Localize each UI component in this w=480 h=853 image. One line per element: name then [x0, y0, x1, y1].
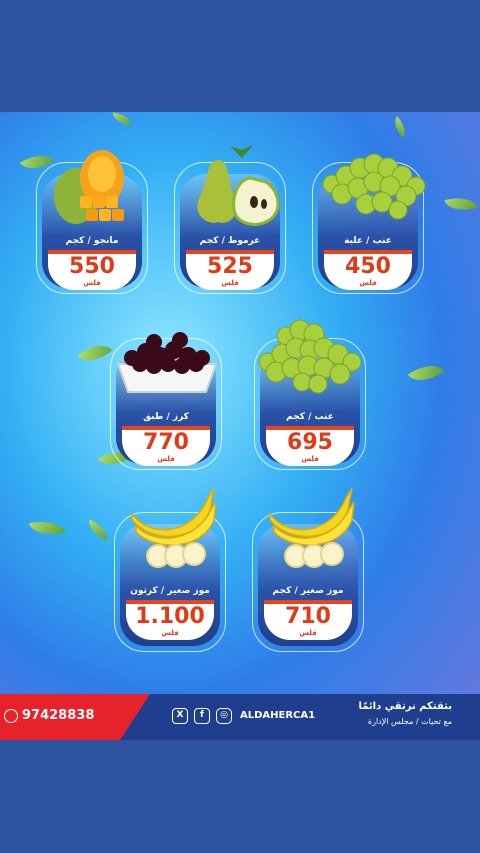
footer-bar: 97428838 X f ◎ ALDAHERCA1 بثقتكم نرتقي د… [0, 694, 480, 740]
product-label: كرز / طبق [143, 412, 189, 422]
footer-phone-section: 97428838 [0, 694, 150, 740]
price-value: 450 [345, 254, 391, 279]
grapes-icon [258, 319, 362, 394]
price-value: 525 [207, 254, 253, 279]
sub-slogan: مع تحيات / مجلس الإدارة [367, 717, 452, 726]
x-icon[interactable]: X [172, 708, 188, 724]
leaf-decoration [444, 192, 478, 216]
price-badge: 450 فلس [324, 250, 412, 290]
price-badge: 695 فلس [266, 426, 354, 466]
mango-icon [54, 150, 124, 224]
price-badge: 770 فلس [122, 426, 210, 466]
price-value: 1.100 [135, 604, 205, 629]
product-card-mango: مانجو / كجم 550 فلس [36, 144, 148, 296]
top-band [0, 0, 480, 112]
price-unit: فلس [299, 629, 317, 637]
price-badge: 1.100 فلس [126, 600, 214, 640]
instagram-icon[interactable]: ◎ [216, 708, 232, 724]
social-handle: ALDAHERCA1 [240, 710, 316, 721]
price-value: 770 [143, 430, 189, 455]
leaf-decoration [28, 517, 66, 539]
price-badge: 710 فلس [264, 600, 352, 640]
slogan: بثقتكم نرتقي دائمًا [358, 701, 452, 712]
pear-icon [197, 144, 280, 226]
product-label: عنب / كجم [286, 412, 334, 422]
price-unit: فلس [157, 455, 175, 463]
price-unit: فلس [161, 629, 179, 637]
bottom-band [0, 740, 480, 853]
leaf-decoration [84, 519, 112, 541]
product-label: عرموط / كجم [199, 236, 261, 246]
promo-poster: مانجو / كجم 550 فلس عرموط / كجم 525 فلس [0, 112, 480, 740]
product-card-pear: عرموط / كجم 525 فلس [174, 144, 286, 296]
product-card-grapes-kg: عنب / كجم 695 فلس [254, 319, 366, 472]
product-card-cherry: كرز / طبق 770 فلس [110, 320, 222, 472]
price-badge: 525 فلس [186, 250, 274, 290]
whatsapp-icon[interactable] [4, 709, 18, 723]
product-label: عنب / علبة [344, 236, 392, 246]
grapes-icon [322, 153, 426, 220]
price-value: 710 [285, 604, 331, 629]
leaf-decoration [111, 112, 133, 126]
price-unit: فلس [83, 279, 101, 287]
price-value: 695 [287, 430, 333, 455]
banana-icon [269, 487, 355, 568]
leaf-decoration [407, 356, 445, 390]
cherry-tray-icon [116, 332, 218, 393]
product-card-banana-kg: موز صغير / كجم 710 فلس [252, 487, 364, 654]
price-unit: فلس [221, 279, 239, 287]
product-label: موز صغير / كرتون [130, 586, 210, 596]
leaf-decoration [389, 116, 411, 138]
leaf-decoration [77, 336, 113, 370]
price-badge: 550 فلس [48, 250, 136, 290]
price-unit: فلس [359, 279, 377, 287]
product-card-grapes-box: عنب / علبة 450 فلس [312, 144, 426, 296]
facebook-icon[interactable]: f [194, 708, 210, 724]
price-unit: فلس [301, 455, 319, 463]
product-card-banana-carton: موز صغير / كرتون 1.100 فلس [114, 487, 226, 654]
product-label: مانجو / كجم [65, 236, 119, 246]
product-label: موز صغير / كجم [272, 586, 344, 596]
phone-number[interactable]: 97428838 [22, 708, 94, 723]
banana-icon [131, 487, 217, 568]
price-value: 550 [69, 254, 115, 279]
